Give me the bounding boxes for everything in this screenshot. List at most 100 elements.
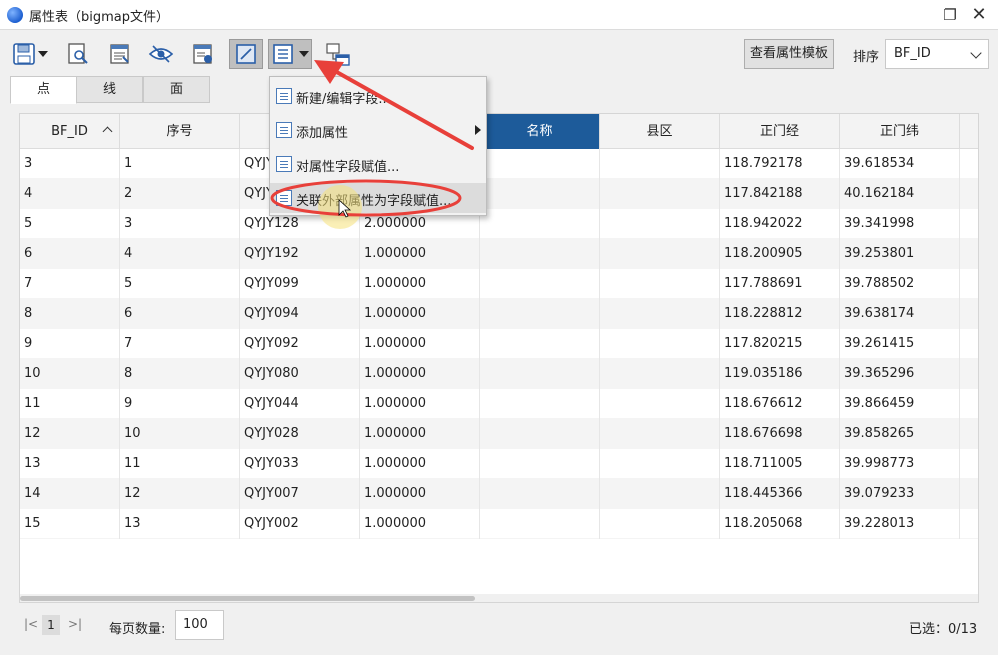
cell-county[interactable] xyxy=(600,509,720,539)
view-attribute-template-button[interactable]: 查看属性模板 xyxy=(744,39,834,69)
cell-code[interactable]: QYJY192 xyxy=(240,239,360,269)
column-header-gate-latitude[interactable]: 正门纬 xyxy=(840,114,960,149)
cell-bf-id[interactable]: 13 xyxy=(20,449,120,479)
table-row[interactable]: 5 3 QYJY128 2.000000 118.942022 39.341998 xyxy=(20,209,978,239)
locate-button[interactable] xyxy=(187,39,219,69)
export-table-button[interactable] xyxy=(104,39,136,69)
cell-index[interactable]: 3 xyxy=(120,209,240,239)
cell-gate-latitude[interactable]: 39.858265 xyxy=(840,419,960,449)
cell-index[interactable]: 9 xyxy=(120,389,240,419)
cell-gate-longitude[interactable]: 118.200905 xyxy=(720,239,840,269)
cell-name[interactable] xyxy=(480,479,600,509)
cell-bf-id[interactable]: 3 xyxy=(20,149,120,179)
cell-bf-id[interactable]: 8 xyxy=(20,299,120,329)
cell-index[interactable]: 6 xyxy=(120,299,240,329)
table-row[interactable]: 12 10 QYJY028 1.000000 118.676698 39.858265 xyxy=(20,419,978,449)
edit-mode-button[interactable] xyxy=(229,39,263,69)
menu-item-add-attribute[interactable]: 添加属性 xyxy=(270,115,486,145)
cell-county[interactable] xyxy=(600,449,720,479)
cell-bf-id[interactable]: 11 xyxy=(20,389,120,419)
cell-value[interactable]: 1.000000 xyxy=(360,389,480,419)
restore-window-button[interactable]: ❐ xyxy=(937,3,963,27)
cell-index[interactable]: 7 xyxy=(120,329,240,359)
cell-gate-longitude[interactable]: 118.711005 xyxy=(720,449,840,479)
cell-code[interactable]: QYJY044 xyxy=(240,389,360,419)
cell-gate-longitude[interactable]: 118.228812 xyxy=(720,299,840,329)
cell-county[interactable] xyxy=(600,299,720,329)
cell-bf-id[interactable]: 7 xyxy=(20,269,120,299)
table-row[interactable]: 9 7 QYJY092 1.000000 117.820215 39.261415 xyxy=(20,329,978,359)
cell-bf-id[interactable]: 10 xyxy=(20,359,120,389)
last-page-button[interactable]: >| xyxy=(68,617,82,631)
cell-name[interactable] xyxy=(480,509,600,539)
cell-county[interactable] xyxy=(600,269,720,299)
cell-value[interactable]: 1.000000 xyxy=(360,449,480,479)
column-header-index[interactable]: 序号 xyxy=(120,114,240,149)
cell-gate-latitude[interactable]: 39.365296 xyxy=(840,359,960,389)
scrollbar-thumb[interactable] xyxy=(20,596,475,601)
cell-name[interactable] xyxy=(480,329,600,359)
cell-code[interactable]: QYJY033 xyxy=(240,449,360,479)
menu-item-assign-field-values[interactable]: 对属性字段赋值... xyxy=(270,149,486,179)
link-window-button[interactable] xyxy=(322,39,354,69)
column-header-bf-id[interactable]: BF_ID xyxy=(20,114,120,149)
cell-code[interactable]: QYJY099 xyxy=(240,269,360,299)
cell-county[interactable] xyxy=(600,389,720,419)
table-row[interactable]: 4 2 QYJY 117.842188 40.162184 xyxy=(20,179,978,209)
cell-value[interactable]: 1.000000 xyxy=(360,509,480,539)
table-row[interactable]: 10 8 QYJY080 1.000000 119.035186 39.365296 xyxy=(20,359,978,389)
table-row[interactable]: 14 12 QYJY007 1.000000 118.445366 39.079233 xyxy=(20,479,978,509)
current-page-button[interactable]: 1 xyxy=(42,615,60,635)
cell-gate-longitude[interactable]: 119.035186 xyxy=(720,359,840,389)
save-dropdown-button[interactable] xyxy=(35,39,51,69)
cell-index[interactable]: 10 xyxy=(120,419,240,449)
menu-item-join-external-attributes[interactable]: 关联外部属性为字段赋值... xyxy=(270,183,486,213)
close-window-button[interactable]: ✕ xyxy=(966,3,992,27)
tab-point[interactable]: 点 xyxy=(10,76,77,104)
table-row[interactable]: 6 4 QYJY192 1.000000 118.200905 39.253801 xyxy=(20,239,978,269)
cell-index[interactable]: 12 xyxy=(120,479,240,509)
cell-county[interactable] xyxy=(600,329,720,359)
cell-bf-id[interactable]: 6 xyxy=(20,239,120,269)
cell-name[interactable] xyxy=(480,419,600,449)
cell-code[interactable]: QYJY007 xyxy=(240,479,360,509)
per-page-input[interactable]: 100 xyxy=(175,610,224,640)
cell-value[interactable]: 1.000000 xyxy=(360,359,480,389)
column-header-name[interactable]: 名称 xyxy=(480,114,600,149)
table-row[interactable]: 7 5 QYJY099 1.000000 117.788691 39.788502 xyxy=(20,269,978,299)
horizontal-scrollbar[interactable] xyxy=(20,594,978,602)
cell-value[interactable]: 1.000000 xyxy=(360,479,480,509)
cell-gate-latitude[interactable]: 40.162184 xyxy=(840,179,960,209)
cell-gate-latitude[interactable]: 39.079233 xyxy=(840,479,960,509)
cell-name[interactable] xyxy=(480,359,600,389)
cell-name[interactable] xyxy=(480,209,600,239)
cell-county[interactable] xyxy=(600,179,720,209)
cell-code[interactable]: QYJY080 xyxy=(240,359,360,389)
cell-name[interactable] xyxy=(480,389,600,419)
cell-index[interactable]: 13 xyxy=(120,509,240,539)
cell-value[interactable]: 1.000000 xyxy=(360,299,480,329)
sort-field-select[interactable]: BF_ID xyxy=(885,39,989,69)
cell-index[interactable]: 8 xyxy=(120,359,240,389)
cell-index[interactable]: 11 xyxy=(120,449,240,479)
cell-gate-longitude[interactable]: 118.676612 xyxy=(720,389,840,419)
cell-name[interactable] xyxy=(480,149,600,179)
tab-polygon[interactable]: 面 xyxy=(143,76,210,103)
cell-gate-latitude[interactable]: 39.261415 xyxy=(840,329,960,359)
menu-item-new-edit-field[interactable]: 新建/编辑字段... xyxy=(270,81,486,111)
cell-bf-id[interactable]: 9 xyxy=(20,329,120,359)
cell-code[interactable]: QYJY002 xyxy=(240,509,360,539)
cell-county[interactable] xyxy=(600,149,720,179)
cell-gate-longitude[interactable]: 118.942022 xyxy=(720,209,840,239)
cell-gate-latitude[interactable]: 39.788502 xyxy=(840,269,960,299)
cell-county[interactable] xyxy=(600,419,720,449)
table-row[interactable]: 13 11 QYJY033 1.000000 118.711005 39.998773 xyxy=(20,449,978,479)
cell-bf-id[interactable]: 12 xyxy=(20,419,120,449)
cell-gate-latitude[interactable]: 39.341998 xyxy=(840,209,960,239)
cell-name[interactable] xyxy=(480,299,600,329)
cell-gate-longitude[interactable]: 118.676698 xyxy=(720,419,840,449)
cell-gate-latitude[interactable]: 39.998773 xyxy=(840,449,960,479)
table-row[interactable]: 15 13 QYJY002 1.000000 118.205068 39.228013 xyxy=(20,509,978,539)
zoom-to-feature-button[interactable] xyxy=(62,39,94,69)
column-header-county[interactable]: 县区 xyxy=(600,114,720,149)
